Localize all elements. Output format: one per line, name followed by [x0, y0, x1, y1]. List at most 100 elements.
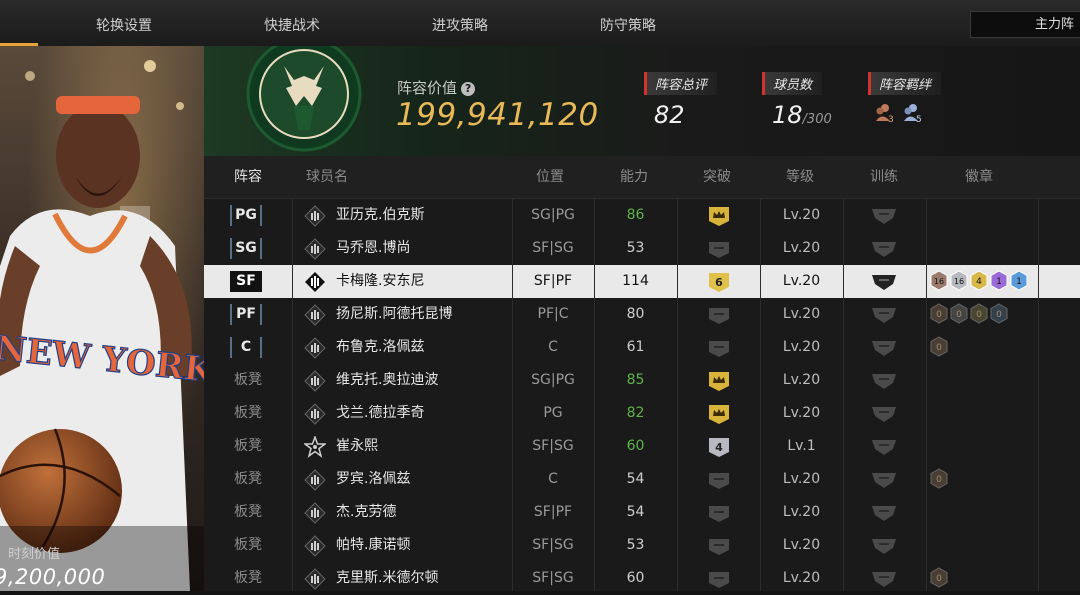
player-name[interactable]: 杰.克劳德: [336, 496, 396, 529]
badge-hex-icon[interactable]: 0: [950, 303, 968, 324]
table-row[interactable]: 板凳 帕特.康诺顿 SF|SG 53 Lv.20: [204, 529, 1080, 562]
tab-offense-strategy[interactable]: 进攻策略: [380, 0, 540, 46]
table-row[interactable]: PF 扬尼斯.阿德托昆博 PF|C 80 Lv.20 0 0 0 0: [204, 298, 1080, 331]
col-badges[interactable]: 徽章: [965, 156, 993, 198]
column-divider: [677, 198, 678, 591]
breakthrough-locked-icon: [709, 473, 729, 489]
player-position: SF|PF: [533, 504, 573, 520]
player-name[interactable]: 崔永熙: [336, 430, 378, 463]
breakthrough-locked-icon: [709, 242, 729, 258]
training-shield-icon[interactable]: [871, 503, 897, 523]
player-name[interactable]: 卡梅隆.安东尼: [336, 265, 424, 298]
player-ability: 82: [626, 405, 645, 421]
badge-hex-icon[interactable]: 4: [970, 270, 988, 291]
player-ability: 86: [626, 207, 645, 223]
player-ability: 85: [626, 372, 645, 388]
player-name[interactable]: 戈兰.德拉季奇: [336, 397, 424, 430]
moment-value: 9,200,000: [0, 565, 106, 589]
badge-hex-icon[interactable]: 1: [990, 270, 1008, 291]
player-name[interactable]: 克里斯.米德尔顿: [336, 562, 438, 595]
svg-text:4: 4: [976, 277, 982, 287]
badge-hex-icon[interactable]: 0: [930, 468, 948, 489]
column-divider: [594, 198, 595, 591]
table-row[interactable]: 板凳 维克托.奥拉迪波 SG|PG 85 Lv.20: [204, 364, 1080, 397]
tab-rotation-settings[interactable]: 轮换设置: [44, 0, 204, 46]
table-row[interactable]: 板凳 罗宾.洛佩兹 C 54 Lv.20 0: [204, 463, 1080, 496]
tab-defense-strategy[interactable]: 防守策略: [548, 0, 708, 46]
svg-text:6: 6: [715, 276, 723, 289]
table-row[interactable]: 板凳 杰.克劳德 SF|PF 54 Lv.20: [204, 496, 1080, 529]
overall-rating-label: 阵容总评: [644, 72, 718, 95]
player-name[interactable]: 罗宾.洛佩兹: [336, 463, 410, 496]
col-level[interactable]: 等级: [786, 156, 814, 198]
badge-hex-icon[interactable]: 0: [930, 336, 948, 357]
overall-rating-value: 82: [654, 101, 685, 129]
col-player-name[interactable]: 球员名: [306, 156, 348, 198]
player-name[interactable]: 亚历克.伯克斯: [336, 199, 424, 232]
player-card[interactable]: NEW YORK 时刻价值 9,200,000: [0, 46, 204, 591]
badge-hex-icon[interactable]: 16: [950, 270, 968, 291]
table-row[interactable]: 板凳 戈兰.德拉季奇 PG 82 Lv.20: [204, 397, 1080, 430]
breakthrough-crown-icon: [709, 372, 729, 391]
training-shield-icon[interactable]: [871, 470, 897, 490]
rank-card-icon: [304, 304, 326, 326]
table-row[interactable]: 板凳 克里斯.米德尔顿 SF|SG 60 Lv.20 0: [204, 562, 1080, 595]
player-name[interactable]: 帕特.康诺顿: [336, 529, 410, 562]
badge-hex-icon[interactable]: 0: [990, 303, 1008, 324]
breakthrough-locked-icon: [709, 572, 729, 588]
breakthrough-locked-icon: [709, 539, 729, 555]
svg-text:0: 0: [976, 310, 982, 320]
training-shield-icon[interactable]: [871, 437, 897, 457]
bench-label: 板凳: [234, 438, 262, 454]
lineup-bonds[interactable]: 阵容羁绊 3 5: [868, 72, 942, 129]
player-name[interactable]: 布鲁克.洛佩兹: [336, 331, 424, 364]
training-shield-icon[interactable]: [871, 305, 897, 325]
svg-text:16: 16: [934, 277, 944, 286]
player-name[interactable]: 马乔恩.博尚: [336, 232, 410, 265]
rank-card-icon: [305, 272, 325, 292]
bond-count-bronze: 3: [888, 115, 894, 125]
badge-hex-icon[interactable]: 16: [930, 270, 948, 291]
badge-hex-icon[interactable]: 1: [1010, 270, 1028, 291]
training-shield-icon[interactable]: [871, 272, 897, 292]
player-level: Lv.20: [782, 372, 821, 388]
tab-quick-tactics[interactable]: 快捷战术: [212, 0, 372, 46]
rank-card-icon: [304, 403, 326, 425]
training-shield-icon[interactable]: [871, 371, 897, 391]
player-level: Lv.20: [782, 537, 821, 553]
training-shield-icon[interactable]: [871, 536, 897, 556]
table-row[interactable]: 板凳 崔永熙 SF|SG 60 4 Lv.1: [204, 430, 1080, 463]
col-ability[interactable]: 能力: [620, 156, 648, 198]
roster-dropdown[interactable]: 主力阵: [970, 11, 1080, 38]
col-training[interactable]: 训练: [870, 156, 898, 198]
column-divider: [760, 198, 761, 591]
svg-text:1: 1: [1016, 277, 1022, 287]
table-row[interactable]: PG 亚历克.伯克斯 SG|PG 86 Lv.20: [204, 199, 1080, 232]
breakthrough-crown-icon: [709, 207, 729, 226]
training-shield-icon[interactable]: [871, 569, 897, 589]
player-level: Lv.20: [782, 570, 821, 586]
breakthrough-locked-icon: [709, 341, 729, 357]
badge-list: 16 16 4 1 1: [930, 270, 1030, 291]
training-shield-icon[interactable]: [871, 338, 897, 358]
player-name[interactable]: 维克托.奥拉迪波: [336, 364, 438, 397]
badge-hex-icon[interactable]: 0: [970, 303, 988, 324]
badge-hex-icon[interactable]: 0: [930, 567, 948, 588]
player-name[interactable]: 扬尼斯.阿德托昆博: [336, 298, 452, 331]
table-row[interactable]: C 布鲁克.洛佩兹 C 61 Lv.20 0: [204, 331, 1080, 364]
rank-card-icon: [304, 535, 326, 557]
table-row[interactable]: SF 卡梅隆.安东尼 SF|PF 114 6 Lv.20 16 16 4 1 1: [204, 265, 1080, 298]
player-position: C: [548, 471, 558, 487]
bench-label: 板凳: [234, 372, 262, 388]
badge-hex-icon[interactable]: 0: [930, 303, 948, 324]
help-icon[interactable]: ?: [461, 82, 476, 96]
training-shield-icon[interactable]: [871, 206, 897, 226]
col-lineup[interactable]: 阵容: [234, 156, 262, 198]
col-position[interactable]: 位置: [536, 156, 564, 198]
svg-text:0: 0: [996, 310, 1002, 320]
table-row[interactable]: SG 马乔恩.博尚 SF|SG 53 Lv.20: [204, 232, 1080, 265]
col-breakthrough[interactable]: 突破: [703, 156, 731, 198]
training-shield-icon[interactable]: [871, 404, 897, 424]
training-shield-icon[interactable]: [871, 239, 897, 259]
roster-table: 阵容 球员名 位置 能力 突破 等级 训练 徽章 PG 亚历克.伯克斯 SG|PG 8…: [204, 156, 1080, 591]
